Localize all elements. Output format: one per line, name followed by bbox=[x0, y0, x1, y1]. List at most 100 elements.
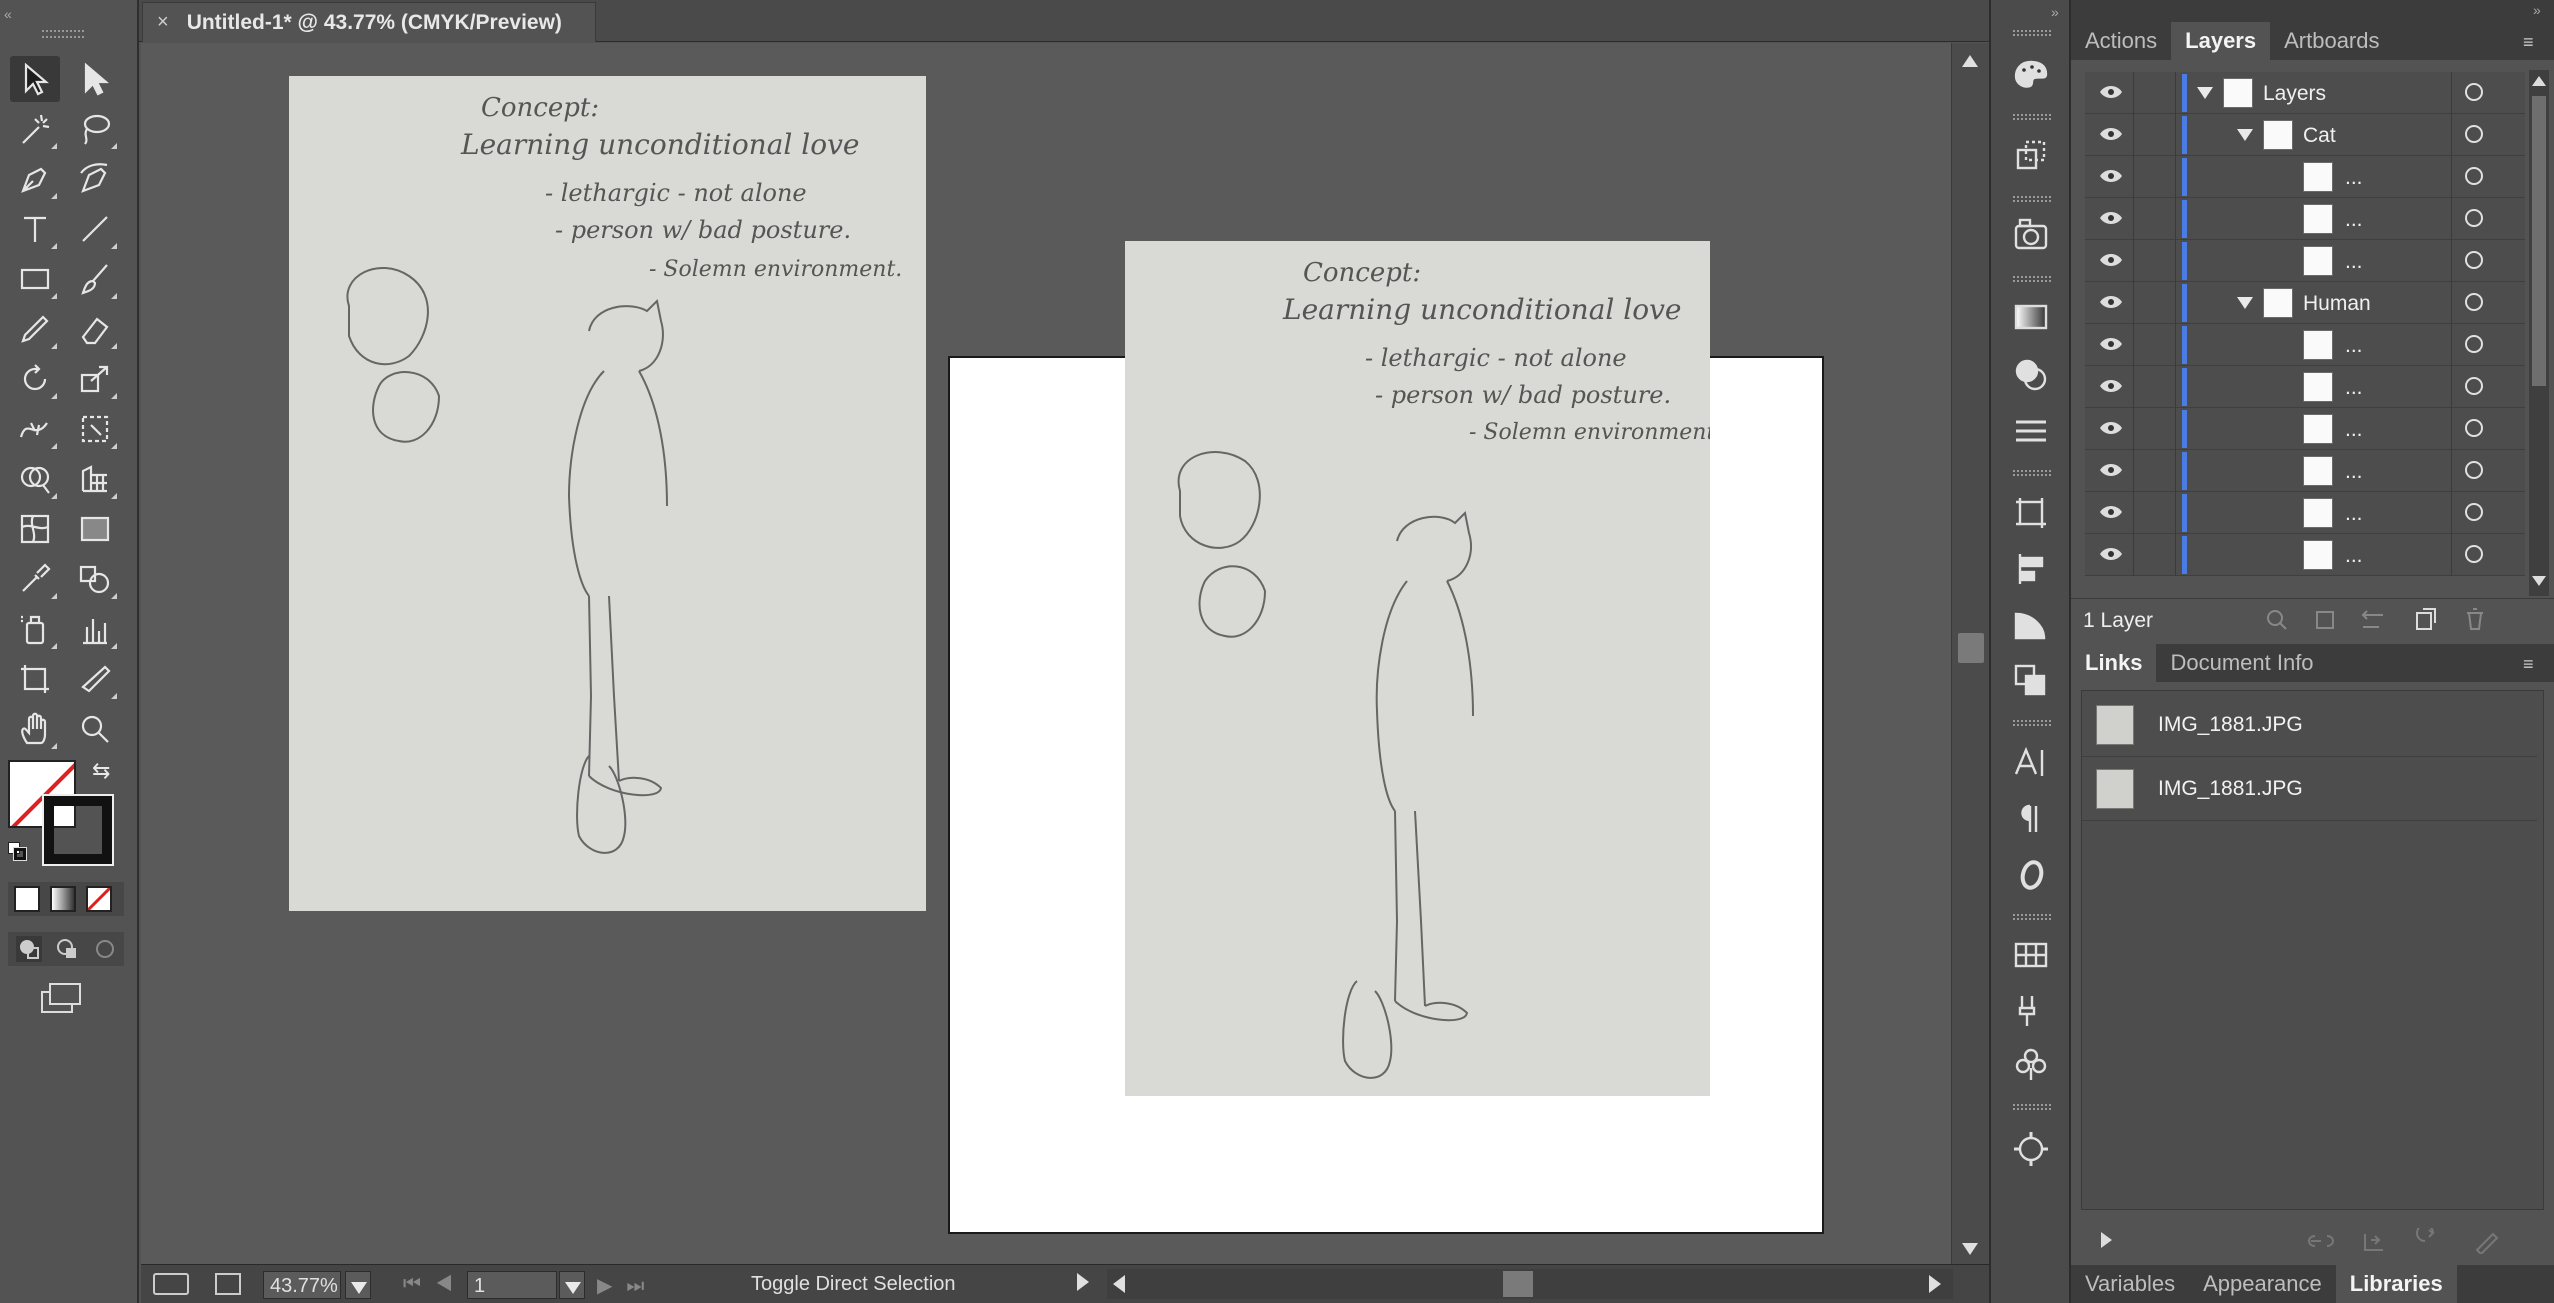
layers-scroll-thumb[interactable] bbox=[2532, 96, 2546, 386]
default-fill-stroke-icon[interactable] bbox=[8, 842, 28, 862]
free-transform-tool[interactable] bbox=[70, 406, 120, 452]
document-tab[interactable]: × Untitled-1* @ 43.77% (CMYK/Preview) bbox=[142, 2, 596, 42]
visibility-eye-icon[interactable] bbox=[2099, 168, 2123, 184]
visibility-eye-icon[interactable] bbox=[2099, 84, 2123, 100]
tab-actions[interactable]: Actions bbox=[2071, 22, 2171, 60]
target-circle-icon[interactable] bbox=[2465, 461, 2483, 479]
artboard-number-field[interactable]: 1 bbox=[467, 1271, 557, 1299]
target-circle-icon[interactable] bbox=[2465, 209, 2483, 227]
sublayer-row[interactable]: ... bbox=[2085, 240, 2525, 282]
width-tool[interactable] bbox=[10, 406, 60, 452]
panel-grip[interactable] bbox=[42, 30, 84, 38]
canvas[interactable]: Concept: Learning unconditional love - l… bbox=[141, 43, 1951, 1264]
stroke-swatch[interactable] bbox=[42, 794, 114, 866]
target-circle-icon[interactable] bbox=[2465, 167, 2483, 185]
placed-image-right[interactable]: Concept: Learning unconditional love - l… bbox=[1125, 241, 1722, 1096]
show-link-info-icon[interactable] bbox=[2101, 1232, 2112, 1248]
links-panel-menu-icon[interactable]: ≡ bbox=[2523, 654, 2534, 675]
character-panel-icon[interactable] bbox=[2001, 738, 2061, 788]
link-row[interactable]: IMG_1881.JPG bbox=[2082, 757, 2537, 821]
rotate-tool[interactable] bbox=[10, 356, 60, 402]
dock-grip-6[interactable] bbox=[2013, 720, 2051, 726]
horizontal-scrollbar[interactable] bbox=[1107, 1269, 1953, 1299]
zoom-field[interactable]: 43.77% bbox=[263, 1271, 341, 1299]
tab-libraries[interactable]: Libraries bbox=[2335, 1265, 2457, 1303]
scale-tool[interactable] bbox=[70, 356, 120, 402]
sublayer-row[interactable]: ... bbox=[2085, 324, 2525, 366]
expand-chevron-icon[interactable] bbox=[2237, 297, 2253, 309]
artboard-tool[interactable] bbox=[10, 656, 60, 702]
symbols-panel-icon[interactable] bbox=[2001, 1040, 2061, 1090]
color-button[interactable] bbox=[14, 886, 40, 912]
layer-name[interactable]: Layers bbox=[2263, 82, 2326, 106]
tab-layers[interactable]: Layers bbox=[2171, 22, 2271, 60]
layer-name[interactable]: ... bbox=[2345, 334, 2363, 358]
gradient-tool[interactable] bbox=[70, 506, 120, 552]
visibility-eye-icon[interactable] bbox=[2099, 378, 2123, 394]
sublayer-row[interactable]: ... bbox=[2085, 408, 2525, 450]
sublayer-row[interactable]: ... bbox=[2085, 450, 2525, 492]
perspective-grid-tool[interactable] bbox=[70, 456, 120, 502]
close-tab-icon[interactable]: × bbox=[157, 11, 169, 34]
layer-name[interactable]: ... bbox=[2345, 544, 2363, 568]
vertical-scroll-thumb[interactable] bbox=[1958, 633, 1984, 663]
layer-row-layers[interactable]: Layers bbox=[2085, 72, 2525, 114]
stroke-panel-icon[interactable] bbox=[2001, 406, 2061, 456]
collapse-panels-arrows-icon[interactable]: » bbox=[2533, 2, 2541, 18]
dock-grip-4[interactable] bbox=[2013, 276, 2051, 282]
none-button[interactable] bbox=[86, 886, 112, 912]
scroll-right-arrow-icon[interactable] bbox=[1929, 1275, 1941, 1293]
transform-panel-icon[interactable] bbox=[2001, 130, 2061, 180]
target-circle-icon[interactable] bbox=[2465, 335, 2483, 353]
layer-name[interactable]: ... bbox=[2345, 250, 2363, 274]
curvature-tool[interactable] bbox=[70, 156, 120, 202]
pathfinder-panel-icon[interactable] bbox=[2001, 600, 2061, 650]
layer-name[interactable]: Cat bbox=[2303, 124, 2336, 148]
draw-normal-icon[interactable] bbox=[16, 936, 42, 962]
type-tool[interactable] bbox=[10, 206, 60, 252]
eyedropper-tool[interactable] bbox=[10, 556, 60, 602]
blend-tool[interactable] bbox=[70, 556, 120, 602]
visibility-eye-icon[interactable] bbox=[2099, 504, 2123, 520]
dock-grip-2[interactable] bbox=[2013, 114, 2051, 120]
color-guide-palette-icon[interactable] bbox=[2001, 50, 2061, 100]
tab-appearance[interactable]: Appearance bbox=[2189, 1265, 2336, 1303]
target-circle-icon[interactable] bbox=[2465, 545, 2483, 563]
gradient-panel-icon[interactable] bbox=[2001, 292, 2061, 342]
target-circle-icon[interactable] bbox=[2465, 503, 2483, 521]
layer-name[interactable]: ... bbox=[2345, 376, 2363, 400]
sublayer-row[interactable]: ... bbox=[2085, 534, 2525, 576]
scroll-up-arrow-icon[interactable] bbox=[2532, 76, 2546, 86]
opentype-panel-icon[interactable] bbox=[2001, 850, 2061, 900]
sublayer-row[interactable]: ... bbox=[2085, 492, 2525, 534]
rectangle-tool[interactable] bbox=[10, 256, 60, 302]
target-circle-icon[interactable] bbox=[2465, 377, 2483, 395]
paintbrush-tool[interactable] bbox=[70, 256, 120, 302]
tab-artboards[interactable]: Artboards bbox=[2270, 22, 2393, 60]
vertical-scrollbar[interactable] bbox=[1951, 43, 1989, 1264]
swatches-panel-icon[interactable] bbox=[2001, 930, 2061, 980]
direct-selection-tool[interactable] bbox=[70, 56, 120, 102]
scroll-left-arrow-icon[interactable] bbox=[1113, 1275, 1125, 1293]
layer-row-human[interactable]: Human bbox=[2085, 282, 2525, 324]
layers-scrollbar[interactable] bbox=[2529, 70, 2549, 596]
column-graph-tool[interactable] bbox=[70, 606, 120, 652]
expand-chevron-icon[interactable] bbox=[2237, 129, 2253, 141]
layer-name[interactable]: ... bbox=[2345, 208, 2363, 232]
target-circle-icon[interactable] bbox=[2465, 125, 2483, 143]
target-circle-icon[interactable] bbox=[2465, 293, 2483, 311]
next-last-artboard-icons[interactable]: ▶⏭ bbox=[597, 1273, 658, 1298]
horizontal-scroll-thumb[interactable] bbox=[1503, 1271, 1533, 1297]
artboards-panel-icon[interactable] bbox=[2001, 488, 2061, 538]
target-circle-icon[interactable] bbox=[2465, 251, 2483, 269]
align-panel-icon[interactable] bbox=[2001, 544, 2061, 594]
pencil-tool[interactable] bbox=[10, 306, 60, 352]
link-row[interactable]: IMG_1881.JPG bbox=[2082, 693, 2537, 757]
line-segment-tool[interactable] bbox=[70, 206, 120, 252]
layers-panel-menu-icon[interactable]: ≡ bbox=[2523, 32, 2534, 53]
sublayer-row[interactable]: ... bbox=[2085, 198, 2525, 240]
image-trace-icon[interactable] bbox=[2001, 210, 2061, 260]
slice-tool[interactable] bbox=[70, 656, 120, 702]
mesh-tool[interactable] bbox=[10, 506, 60, 552]
visibility-eye-icon[interactable] bbox=[2099, 294, 2123, 310]
